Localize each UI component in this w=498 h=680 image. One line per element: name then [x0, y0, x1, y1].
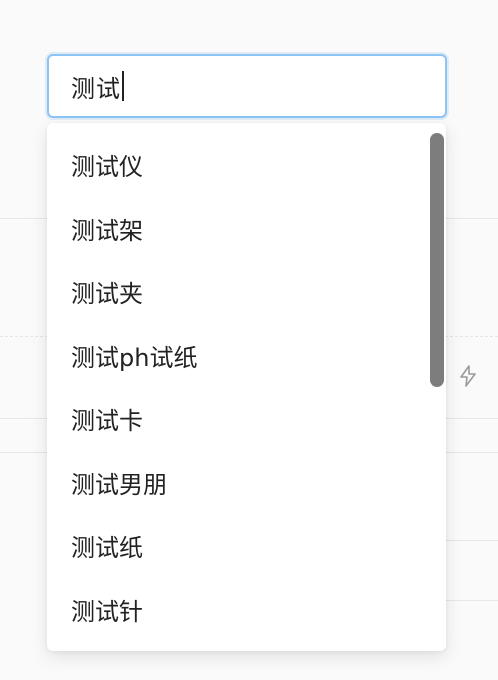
background-divider [446, 600, 498, 601]
suggestion-item[interactable]: 测试仪 [47, 133, 427, 197]
text-caret [122, 71, 124, 101]
search-input-value: 测试 [71, 74, 121, 103]
page: 测试 测试仪 测试架 测试夹 测试ph试纸 测试卡 测试男朋 测试纸 测试针 [0, 0, 498, 680]
suggestion-item[interactable]: 测试男朋 [47, 451, 427, 515]
suggestion-list: 测试仪 测试架 测试夹 测试ph试纸 测试卡 测试男朋 测试纸 测试针 [47, 133, 427, 641]
scrollbar-thumb[interactable] [430, 133, 444, 387]
search-input[interactable]: 测试 [47, 54, 447, 118]
lightning-icon[interactable] [456, 364, 480, 388]
suggestion-dropdown: 测试仪 测试架 测试夹 测试ph试纸 测试卡 测试男朋 测试纸 测试针 [47, 123, 446, 651]
suggestion-item[interactable]: 测试夹 [47, 260, 427, 324]
suggestion-item[interactable]: 测试纸 [47, 514, 427, 578]
suggestion-item[interactable]: 测试ph试纸 [47, 324, 427, 388]
suggestion-item[interactable]: 测试卡 [47, 387, 427, 451]
suggestion-item[interactable]: 测试架 [47, 197, 427, 261]
suggestion-item[interactable]: 测试针 [47, 578, 427, 642]
background-divider [446, 540, 498, 541]
